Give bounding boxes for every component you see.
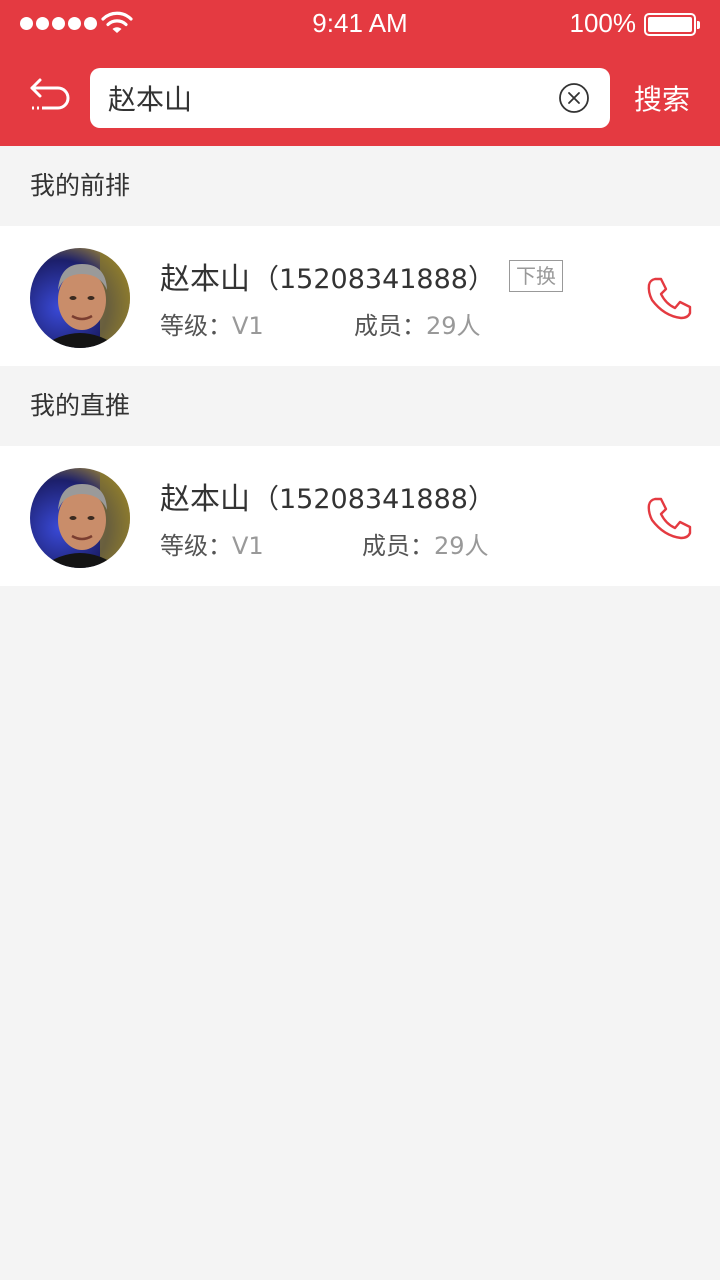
section-title: 我的前排 [0,146,720,226]
phone-icon[interactable] [646,496,692,540]
search-input[interactable] [108,78,548,118]
members-value: 29人 [426,312,481,340]
level-label: 等级： [160,312,232,340]
members-label: 成员： [362,532,434,560]
search-button[interactable]: 搜索 [634,78,690,118]
members-info: 成员：29人 [362,526,489,561]
contact-name: 赵本山 [160,482,250,517]
level-value: V1 [232,312,264,340]
avatar [30,248,130,348]
list-item[interactable]: 赵本山 （15208341888） 下换 等级：V1 成员：29人 [0,226,720,366]
battery-icon [644,13,700,36]
members-label: 成员： [354,312,426,340]
contact-phone: （15208341888） [252,263,495,295]
phone-icon[interactable] [646,276,692,320]
contact-name: 赵本山 [160,262,250,297]
level-info: 等级：V1 [160,306,264,341]
back-arrow-icon[interactable] [28,76,72,114]
members-info: 成员：29人 [354,306,481,341]
level-label: 等级： [160,532,232,560]
status-bar: 9:41 AM 100% [0,0,720,48]
level-value: V1 [232,532,264,560]
level-info: 等级：V1 [160,526,264,561]
contact-phone: （15208341888） [252,483,495,515]
avatar [30,468,130,568]
members-value: 29人 [434,532,489,560]
header-bar: 9:41 AM 100% 搜索 [0,0,720,146]
clear-circle-x-icon[interactable] [558,82,590,114]
name-line: 赵本山 （15208341888） 下换 [160,254,563,298]
battery-percent: 100% [569,8,637,38]
status-tag: 下换 [508,260,563,292]
section-title: 我的直推 [0,366,720,446]
list-item[interactable]: 赵本山 （15208341888） 等级：V1 成员：29人 [0,446,720,586]
search-box [90,68,610,128]
name-line: 赵本山 （15208341888） [160,474,495,518]
